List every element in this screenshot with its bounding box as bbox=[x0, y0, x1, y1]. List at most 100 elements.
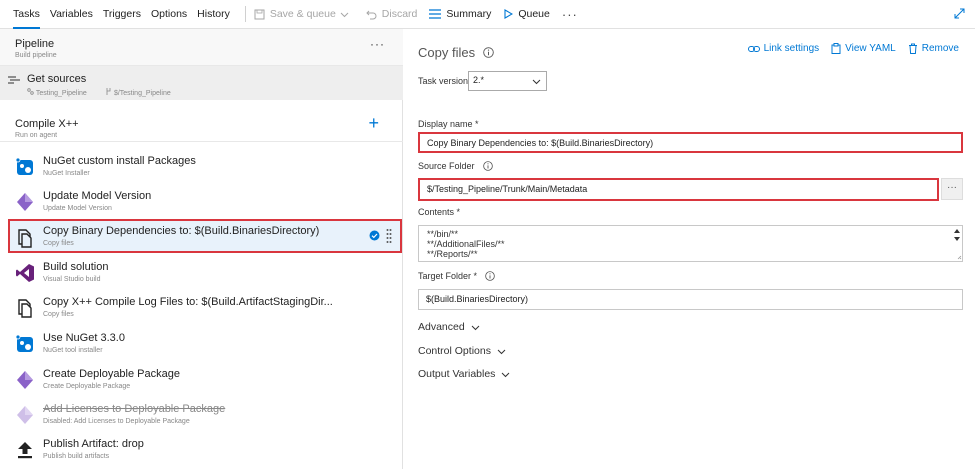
nuget-icon bbox=[15, 157, 33, 175]
tab-history[interactable]: History bbox=[192, 0, 235, 29]
drag-handle-icon[interactable] bbox=[386, 228, 392, 244]
detail-title: Copy files bbox=[418, 45, 476, 60]
source-icon bbox=[8, 76, 20, 84]
remove-label: Remove bbox=[921, 43, 959, 54]
contents-line: **/AdditionalFiles/** bbox=[427, 239, 505, 249]
task-subtitle: Copy files bbox=[43, 311, 74, 318]
control-options-section-toggle[interactable]: Control Options bbox=[418, 345, 506, 357]
task-item-use-nuget[interactable]: Use NuGet 3.3.0 NuGet tool installer bbox=[0, 327, 403, 363]
contents-label: Contents * bbox=[418, 207, 461, 217]
target-folder-label-row: Target Folder * bbox=[418, 271, 495, 281]
discard-label: Discard bbox=[381, 8, 418, 20]
queue-button[interactable]: Queue bbox=[503, 8, 550, 20]
summary-button[interactable]: Summary bbox=[429, 8, 491, 20]
add-task-button[interactable]: + bbox=[368, 113, 379, 134]
display-name-input[interactable]: Copy Binary Dependencies to: $(Build.Bin… bbox=[418, 132, 963, 153]
task-subtitle: NuGet Installer bbox=[43, 170, 90, 177]
task-version-select[interactable]: 2.* bbox=[468, 71, 547, 91]
info-icon[interactable] bbox=[485, 271, 495, 281]
task-item-build-solution[interactable]: Build solution Visual Studio build bbox=[0, 256, 403, 292]
link-icon bbox=[747, 45, 760, 52]
info-icon[interactable] bbox=[483, 47, 494, 58]
task-item-copy-binary-dependencies[interactable]: Copy Binary Dependencies to: $(Build.Bin… bbox=[8, 219, 402, 253]
view-yaml-button[interactable]: View YAML bbox=[831, 43, 896, 54]
link-settings-label: Link settings bbox=[763, 43, 820, 54]
toolbar-divider bbox=[244, 6, 246, 22]
clipboard-icon bbox=[831, 43, 841, 54]
pipeline-header[interactable]: Pipeline Build pipeline ··· bbox=[0, 29, 403, 66]
contents-line: **/bin/** bbox=[427, 229, 459, 239]
detail-title-row: Copy files bbox=[418, 45, 494, 60]
save-queue-label: Save & queue bbox=[269, 8, 336, 20]
task-name: Copy X++ Compile Log Files to: $(Build.A… bbox=[43, 296, 333, 308]
chevron-down-icon bbox=[502, 372, 510, 377]
source-folder-label-row: Source Folder bbox=[418, 161, 493, 171]
expand-icon[interactable] bbox=[954, 8, 965, 19]
dynamics-icon bbox=[17, 371, 33, 389]
get-sources-title: Get sources bbox=[27, 73, 87, 85]
task-item-create-deployable-package[interactable]: Create Deployable Package Create Deploya… bbox=[0, 363, 403, 399]
task-name: Publish Artifact: drop bbox=[43, 438, 144, 450]
task-version-label: Task version bbox=[418, 76, 469, 86]
contents-textarea[interactable]: **/bin/** **/AdditionalFiles/** **/Repor… bbox=[418, 225, 963, 262]
dynamics-icon bbox=[17, 193, 33, 211]
job-subtitle: Run on agent bbox=[15, 132, 58, 139]
dynamics-icon bbox=[17, 406, 33, 424]
summary-label: Summary bbox=[446, 8, 492, 20]
task-subtitle: Visual Studio build bbox=[43, 276, 101, 283]
browse-source-folder-button[interactable]: ··· bbox=[941, 178, 963, 200]
link-settings-button[interactable]: Link settings bbox=[747, 43, 820, 54]
task-item-copy-compile-logs[interactable]: Copy X++ Compile Log Files to: $(Build.A… bbox=[0, 291, 403, 327]
list-icon bbox=[429, 9, 442, 19]
pipeline-more-button[interactable]: ··· bbox=[370, 37, 385, 51]
top-toolbar: Tasks Variables Triggers Options History… bbox=[0, 0, 975, 29]
view-yaml-label: View YAML bbox=[845, 43, 896, 54]
source-folder-label: Source Folder bbox=[418, 161, 475, 171]
get-sources-repo-label: Testing_Pipeline bbox=[35, 90, 87, 97]
queue-label: Queue bbox=[518, 8, 550, 20]
pipeline-subtitle: Build pipeline bbox=[15, 52, 57, 59]
task-name: NuGet custom install Packages bbox=[43, 155, 196, 167]
task-subtitle: NuGet tool installer bbox=[43, 347, 103, 354]
undo-icon bbox=[366, 10, 377, 19]
task-name: Copy Binary Dependencies to: $(Build.Bin… bbox=[43, 225, 320, 237]
check-circle-icon bbox=[369, 230, 380, 241]
branch-icon bbox=[106, 88, 111, 95]
task-item-update-model-version[interactable]: Update Model Version Update Model Versio… bbox=[0, 185, 403, 221]
task-version-value: 2.* bbox=[473, 75, 485, 85]
get-sources-item[interactable]: Get sources Testing_Pipeline $/Testing_P… bbox=[0, 66, 403, 100]
task-item-publish-artifact[interactable]: Publish Artifact: drop Publish build art… bbox=[0, 433, 403, 469]
toolbar-more-button[interactable]: ··· bbox=[562, 7, 578, 22]
chevron-down-icon bbox=[532, 79, 541, 85]
textarea-scrollbar[interactable] bbox=[952, 226, 962, 261]
section-label: Output Variables bbox=[418, 368, 496, 380]
trash-icon bbox=[908, 43, 917, 54]
tab-tasks[interactable]: Tasks bbox=[8, 0, 45, 29]
task-item-add-licenses[interactable]: Add Licenses to Deployable Package Disab… bbox=[0, 398, 403, 434]
section-label: Control Options bbox=[418, 345, 491, 357]
tab-variables[interactable]: Variables bbox=[45, 0, 98, 29]
agent-job-header[interactable]: Compile X++ Run on agent + bbox=[0, 110, 403, 142]
task-subtitle: Publish build artifacts bbox=[43, 453, 110, 460]
upload-icon bbox=[18, 442, 32, 459]
advanced-section-toggle[interactable]: Advanced bbox=[418, 321, 480, 333]
save-queue-button[interactable]: Save & queue bbox=[254, 8, 354, 20]
source-folder-input[interactable]: $/Testing_Pipeline/Trunk/Main/Metadata bbox=[418, 178, 939, 201]
info-icon[interactable] bbox=[482, 161, 493, 171]
task-name: Update Model Version bbox=[43, 190, 152, 202]
display-name-label: Display name * bbox=[418, 119, 479, 129]
get-sources-path: $/Testing_Pipeline bbox=[105, 88, 171, 97]
chevron-down-icon bbox=[340, 12, 349, 17]
target-folder-input[interactable]: $(Build.BinariesDirectory) bbox=[418, 289, 963, 310]
task-list-panel: Pipeline Build pipeline ··· Get sources … bbox=[0, 29, 403, 469]
discard-button[interactable]: Discard bbox=[366, 8, 418, 20]
task-item-nuget-install[interactable]: NuGet custom install Packages NuGet Inst… bbox=[0, 150, 403, 186]
task-subtitle: Copy files bbox=[43, 240, 74, 247]
tab-triggers[interactable]: Triggers bbox=[98, 0, 146, 29]
visual-studio-icon bbox=[16, 264, 34, 282]
remove-button[interactable]: Remove bbox=[908, 43, 959, 54]
pipeline-title: Pipeline bbox=[15, 38, 55, 50]
copy-files-icon bbox=[18, 299, 32, 318]
tab-options[interactable]: Options bbox=[146, 0, 192, 29]
output-variables-section-toggle[interactable]: Output Variables bbox=[418, 368, 510, 380]
